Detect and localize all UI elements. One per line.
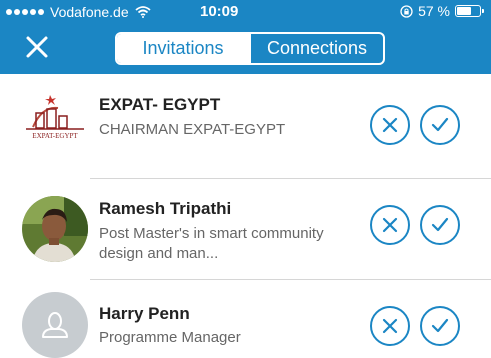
invitation-name: EXPAT- EGYPT (99, 95, 221, 114)
ignore-button[interactable] (370, 205, 410, 245)
checkmark-icon (431, 217, 449, 232)
invitation-row-1[interactable]: EXPAT-EGYPT EXPAT- EGYPT CHAIRMAN EXPAT-… (0, 74, 491, 178)
status-bar: Vodafone.de 10:09 57 % (0, 0, 491, 22)
carrier-name: Vodafone.de (50, 4, 129, 20)
checkmark-icon (431, 318, 449, 333)
invitation-headline: CHAIRMAN EXPAT-EGYPT (99, 121, 286, 138)
close-icon (26, 36, 48, 58)
invitation-name: Harry Penn (99, 304, 190, 323)
company-logo: EXPAT-EGYPT (26, 95, 84, 140)
accept-button[interactable] (420, 306, 460, 346)
invitation-headline: Post Master's in smart community design … (99, 225, 324, 262)
signal-strength-icon (6, 9, 44, 15)
wifi-icon (135, 6, 151, 18)
signal-indicator: Vodafone.de (6, 4, 151, 20)
invitation-headline: Programme Manager (99, 329, 241, 346)
battery-icon (455, 5, 484, 17)
top-bar: Vodafone.de 10:09 57 % Invitations Conne… (0, 0, 491, 74)
status-right: 57 % (400, 3, 484, 19)
invitation-row-2[interactable]: Ramesh Tripathi Post Master's in smart c… (0, 179, 491, 279)
ignore-button[interactable] (370, 306, 410, 346)
tab-invitations[interactable]: Invitations (117, 34, 249, 63)
status-time: 10:09 (200, 3, 239, 20)
invitation-name: Ramesh Tripathi (99, 199, 232, 218)
checkmark-icon (431, 117, 449, 132)
invitation-row-3[interactable]: Harry Penn Programme Manager (0, 280, 491, 358)
battery-percent: 57 % (418, 3, 450, 19)
profile-photo (22, 196, 88, 262)
accept-button[interactable] (420, 205, 460, 245)
close-button[interactable] (22, 32, 52, 62)
svg-text:EXPAT-EGYPT: EXPAT-EGYPT (32, 132, 78, 140)
default-avatar-icon (22, 292, 88, 358)
x-icon (382, 217, 398, 233)
rotation-lock-icon (400, 4, 413, 18)
tab-switcher: Invitations Connections (115, 32, 385, 65)
x-icon (382, 318, 398, 334)
tab-connections[interactable]: Connections (249, 34, 383, 63)
ignore-button[interactable] (370, 105, 410, 145)
battery-level (457, 7, 471, 15)
x-icon (382, 117, 398, 133)
accept-button[interactable] (420, 105, 460, 145)
